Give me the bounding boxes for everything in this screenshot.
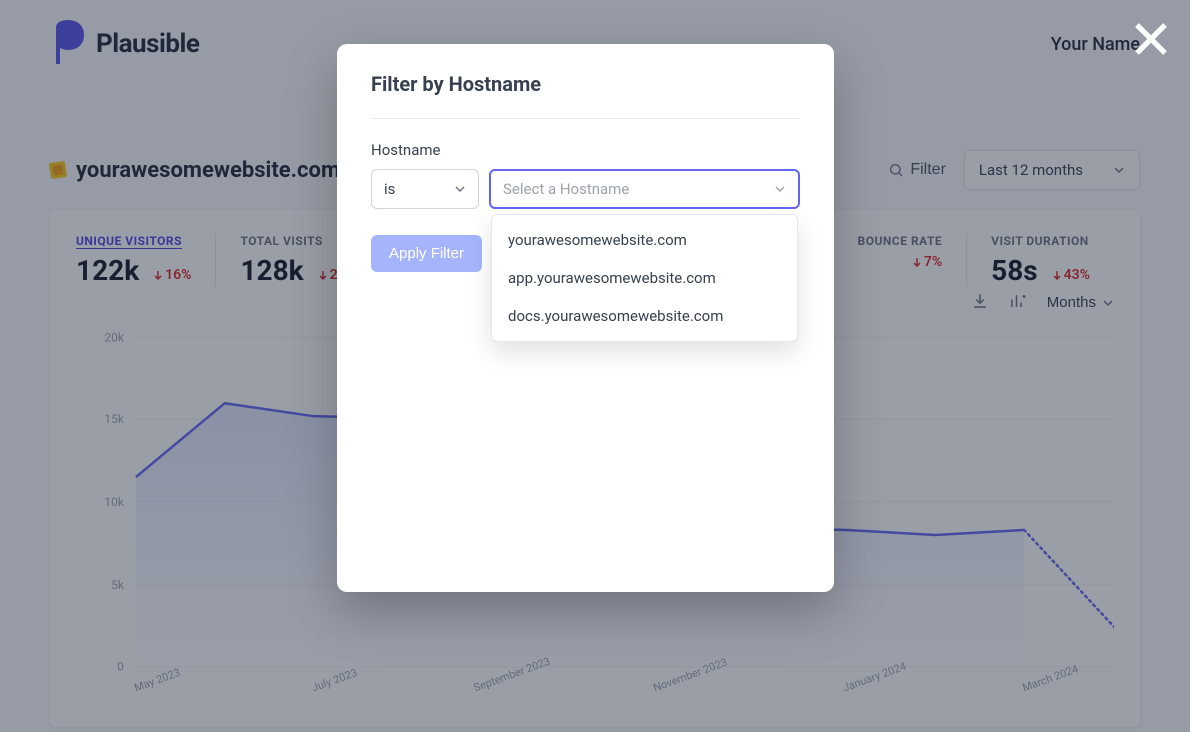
operator-select[interactable]: is xyxy=(371,169,479,209)
modal-title: Filter by Hostname xyxy=(371,72,800,96)
hostname-dropdown: yourawesomewebsite.com app.yourawesomewe… xyxy=(491,214,798,342)
apply-filter-button[interactable]: Apply Filter xyxy=(371,235,482,272)
filter-row: is Select a Hostname yourawesomewebsite.… xyxy=(371,169,800,209)
hostname-combobox[interactable]: Select a Hostname yourawesomewebsite.com… xyxy=(489,169,800,209)
operator-value: is xyxy=(384,180,395,198)
chevron-down-icon xyxy=(774,183,786,195)
chevron-down-icon xyxy=(454,183,466,195)
hostname-field-label: Hostname xyxy=(371,141,800,159)
hostname-option[interactable]: yourawesomewebsite.com xyxy=(492,221,797,259)
hostname-option[interactable]: docs.yourawesomewebsite.com xyxy=(492,297,797,335)
combobox-placeholder: Select a Hostname xyxy=(503,180,629,198)
modal-overlay[interactable]: Filter by Hostname Hostname is Select a … xyxy=(0,0,1190,732)
hostname-option[interactable]: app.yourawesomewebsite.com xyxy=(492,259,797,297)
close-icon xyxy=(1130,18,1172,60)
filter-modal: Filter by Hostname Hostname is Select a … xyxy=(337,44,834,592)
divider xyxy=(371,118,800,119)
close-button[interactable] xyxy=(1130,18,1172,64)
